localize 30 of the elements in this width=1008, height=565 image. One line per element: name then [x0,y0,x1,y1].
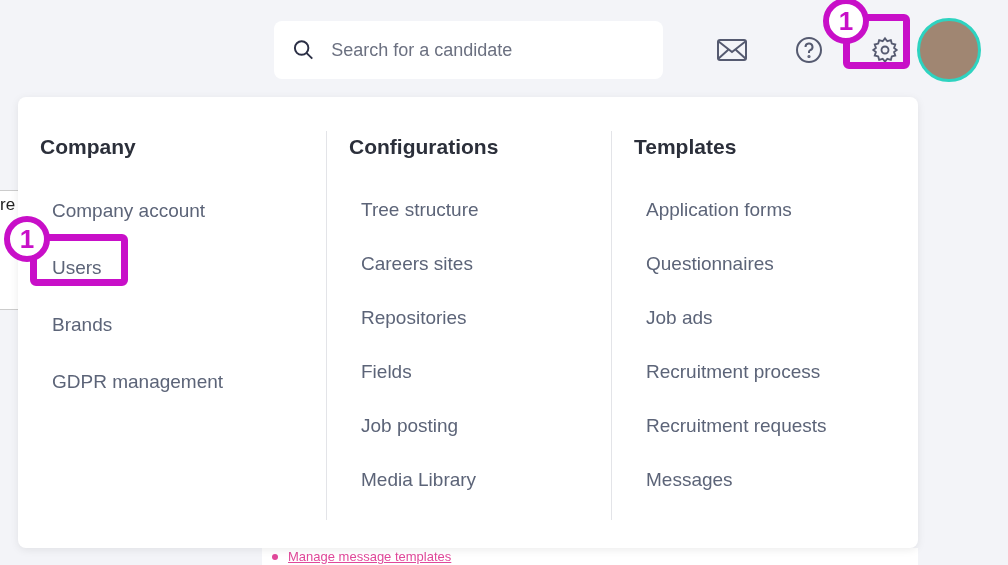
search-input[interactable]: Search for a candidate [331,36,645,64]
menu-item[interactable]: GDPR management [52,368,326,397]
mail-icon[interactable] [717,39,747,61]
bullet-icon [272,553,278,560]
menu-item[interactable]: Messages [646,465,918,495]
column-heading: Configurations [349,134,500,160]
menu-item[interactable]: Careers sites [361,249,611,279]
menu-item[interactable]: Job posting [361,411,611,441]
settings-icon[interactable] [871,36,899,64]
menu-item[interactable]: Job ads [646,303,918,333]
menu-item[interactable]: Recruitment requests [646,411,918,441]
manage-templates-link[interactable]: Manage message templates [288,550,452,563]
menu-item[interactable]: Company account [52,197,326,226]
menu-item[interactable]: Tree structure [361,195,611,224]
menu-item[interactable]: Repositories [361,303,611,333]
text-fragment: re [0,195,17,215]
menu-item[interactable]: Users [52,254,102,283]
column-heading: Company [40,134,137,160]
menu-item[interactable]: Recruitment process [646,357,918,387]
search-field[interactable]: Search for a candidate [274,21,663,79]
annotation-number: 1 [4,216,50,262]
column-heading: Templates [634,134,738,160]
menu-item[interactable]: Questionnaires [646,249,918,279]
menu-item[interactable]: Fields [361,357,611,387]
menu-item[interactable]: Application forms [646,195,918,224]
menu-item[interactable]: Brands [52,311,326,340]
help-icon[interactable] [795,36,823,64]
menu-item[interactable]: Media Library [361,465,611,495]
annotation-number: 1 [823,0,869,44]
avatar[interactable] [917,18,981,82]
